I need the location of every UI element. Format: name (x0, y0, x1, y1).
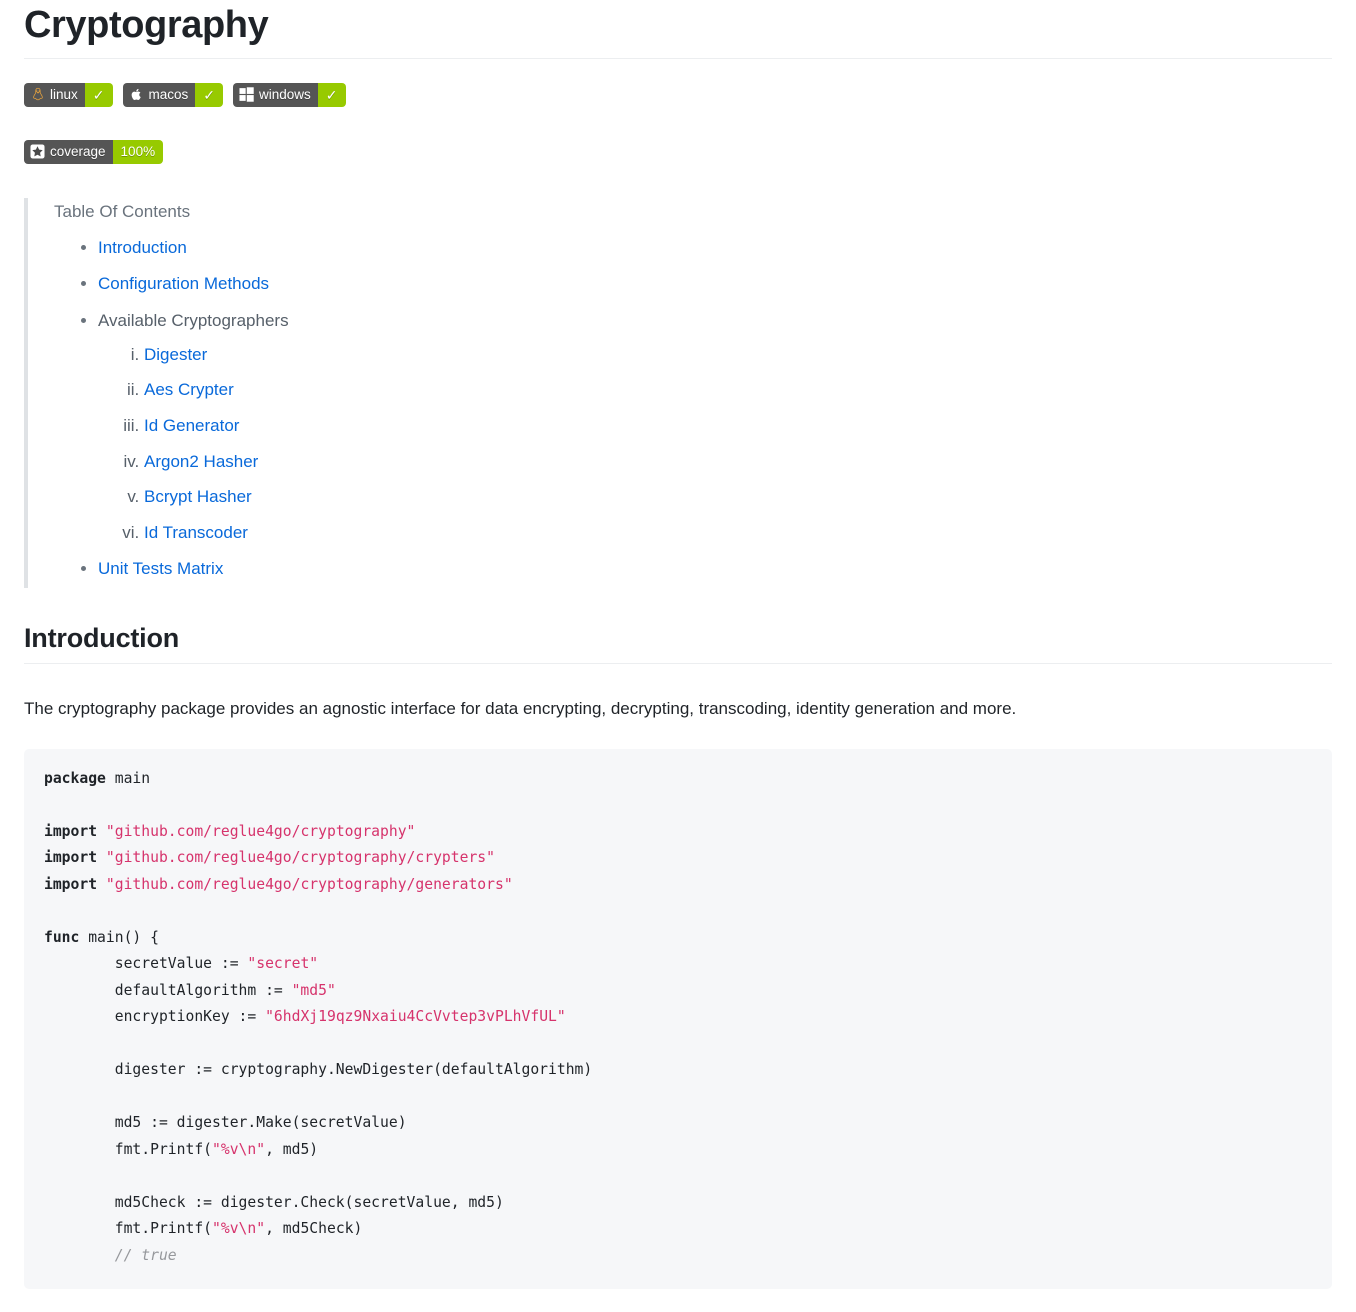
toc-subitem: Bcrypt Hasher (144, 485, 1332, 510)
toc-link-digester[interactable]: Digester (144, 345, 207, 364)
toc-link-aes-crypter[interactable]: Aes Crypter (144, 380, 234, 399)
toc-subitem: Id Transcoder (144, 521, 1332, 546)
introduction-code-block: package main import "github.com/reglue4g… (24, 748, 1332, 1290)
badge-status-check-icon: ✓ (317, 82, 346, 107)
code-token: , md5Check) (265, 1220, 363, 1238)
coverage-badge-row: coverage 100% (24, 139, 1332, 164)
code-token-str: "%v\n" (212, 1140, 266, 1158)
badge-label: coverage (50, 143, 106, 159)
code-token-str: "secret" (247, 955, 319, 973)
code-token-kw: package (44, 769, 106, 787)
star-icon (30, 144, 45, 159)
code-token: , md5) (265, 1140, 319, 1158)
code-token: main (105, 769, 151, 787)
toc-link-introduction[interactable]: Introduction (98, 238, 187, 257)
platform-badge-row: linux ✓ macos ✓ windows ✓ (24, 82, 1332, 107)
toc-link-bcrypt-hasher[interactable]: Bcrypt Hasher (144, 487, 252, 506)
toc-item: Configuration Methods (98, 272, 1332, 297)
code-token: encryptionKey := (44, 1008, 266, 1026)
code-token-str: "github.com/reglue4go/cryptography/gener… (105, 875, 513, 893)
toc-item: Unit Tests Matrix (98, 557, 1332, 582)
apple-icon (129, 87, 144, 102)
code-token: defaultAlgorithm := (44, 981, 292, 999)
badge-macos[interactable]: macos ✓ (122, 82, 223, 107)
toc-item: Available Cryptographers Digester Aes Cryp… (98, 309, 1332, 545)
table-of-contents: Table Of Contents Introduction Configurat… (24, 197, 1332, 589)
toc-item: Introduction (98, 236, 1332, 261)
code-token: secretValue := (44, 955, 248, 973)
code-token: md5Check := digester.Check(secretValue, … (44, 1193, 504, 1211)
introduction-heading: Introduction (24, 622, 1332, 665)
badge-coverage[interactable]: coverage 100% (24, 139, 164, 164)
badge-left: linux (24, 82, 85, 107)
introduction-paragraph: The cryptography package provides an agn… (24, 699, 1017, 719)
toc-subitem: Argon2 Hasher (144, 450, 1332, 475)
toc-list: Introduction Configuration Methods Availab… (54, 236, 1332, 582)
code-token: fmt.Printf( (44, 1140, 213, 1158)
toc-subitem: Id Generator (144, 414, 1332, 439)
toc-link-argon2-hasher[interactable]: Argon2 Hasher (144, 452, 258, 471)
badge-left: windows (233, 82, 318, 107)
toc-link-configuration-methods[interactable]: Configuration Methods (98, 274, 269, 293)
code-token-cmt: // true (44, 1246, 177, 1264)
code-token-kw: func (44, 928, 80, 946)
badge-value: 100% (112, 139, 164, 164)
badge-status-check-icon: ✓ (84, 82, 113, 107)
code-token: md5 := digester.Make(secretValue) (44, 1114, 407, 1132)
windows-icon (239, 87, 254, 102)
badge-status-check-icon: ✓ (195, 82, 223, 107)
code-token-str: "github.com/reglue4go/cryptography" (105, 822, 416, 840)
toc-subitem: Digester (144, 343, 1332, 368)
code-token-str: "github.com/reglue4go/cryptography/crypt… (105, 849, 495, 867)
code-token-str: "6hdXj19qz9Nxaiu4CcVvtep3vPLhVfUL" (265, 1008, 566, 1026)
code-token-kw: import (44, 849, 98, 867)
toc-subitem: Aes Crypter (144, 378, 1332, 403)
badge-left: macos (122, 82, 196, 107)
toc-link-id-generator[interactable]: Id Generator (144, 416, 239, 435)
toc-link-unit-tests-matrix[interactable]: Unit Tests Matrix (98, 559, 223, 578)
code-token: fmt.Printf( (44, 1220, 213, 1238)
code-token-kw: import (44, 875, 98, 893)
toc-heading: Table Of Contents (54, 201, 191, 221)
page-title: Cryptography (24, 0, 1332, 59)
linux-tux-icon (30, 87, 45, 102)
toc-sublist: Digester Aes Crypter Id Generator Argon2 Ha… (98, 343, 1332, 546)
badge-label: macos (148, 86, 189, 102)
badge-windows[interactable]: windows ✓ (233, 82, 346, 107)
badge-label: windows (259, 86, 311, 102)
code-token: main() { (79, 928, 159, 946)
code-token-kw: import (44, 822, 98, 840)
badge-linux[interactable]: linux ✓ (24, 82, 113, 107)
document-page: Cryptography linux ✓ macos ✓ windows ✓ covera… (0, 0, 1356, 1290)
badge-label: linux (50, 86, 78, 102)
badge-left: coverage (24, 139, 113, 164)
code-token: digester := cryptography.NewDigester(def… (44, 1061, 593, 1079)
code-token-str: "md5" (291, 981, 336, 999)
code-token-str: "%v\n" (212, 1220, 266, 1238)
toc-label-available-cryptographers: Available Cryptographers (98, 310, 289, 330)
toc-link-id-transcoder[interactable]: Id Transcoder (144, 523, 248, 542)
